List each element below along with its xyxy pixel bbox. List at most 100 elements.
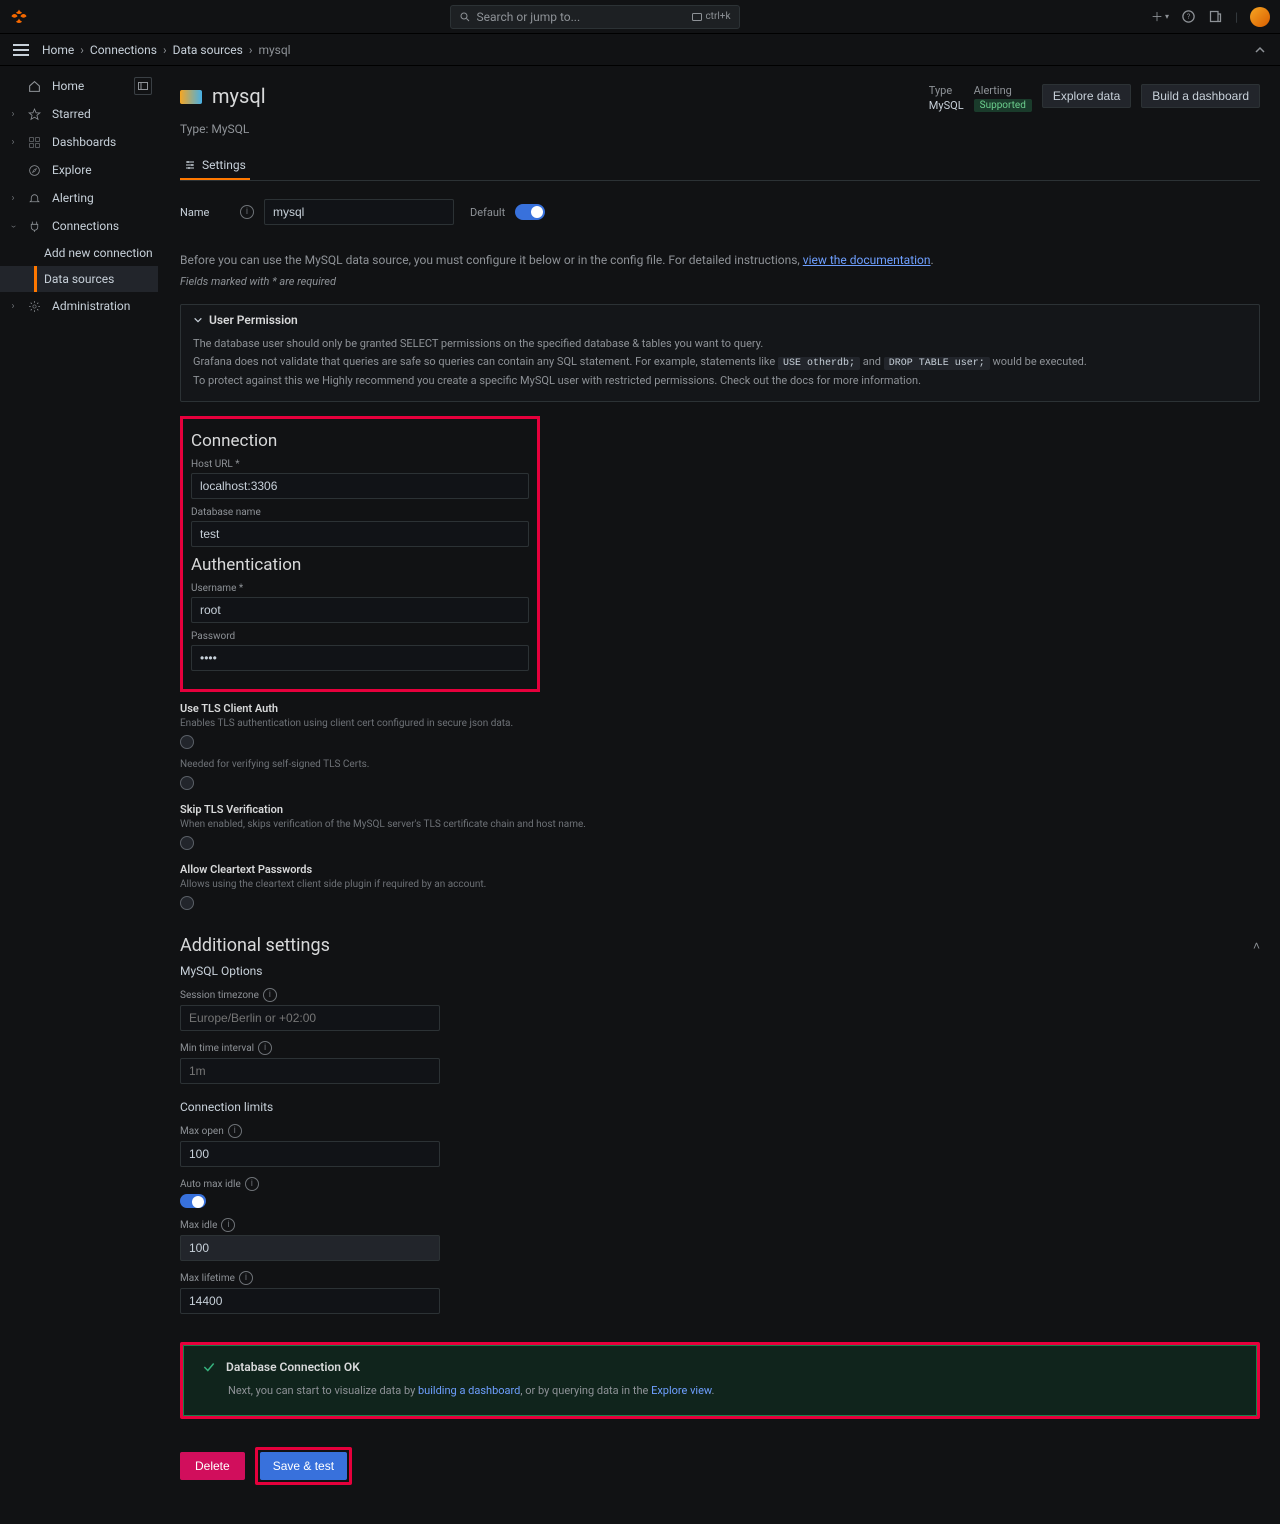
max-lifetime-input[interactable]	[180, 1288, 440, 1314]
global-search-input[interactable]: Search or jump to... ctrl+k	[450, 5, 740, 29]
info-icon[interactable]: i	[258, 1041, 272, 1055]
sidebar-item-data-sources[interactable]: Data sources	[0, 266, 158, 292]
cleartext-desc: Allows using the cleartext client side p…	[180, 878, 620, 892]
info-icon[interactable]: i	[263, 988, 277, 1002]
min-time-interval-input[interactable]	[180, 1058, 440, 1084]
keyboard-icon	[692, 13, 702, 21]
max-idle-label: Max idle	[180, 1220, 217, 1231]
search-placeholder: Search or jump to...	[477, 10, 581, 24]
search-shortcut: ctrl+k	[705, 11, 730, 22]
max-lifetime-label: Max lifetime	[180, 1273, 235, 1284]
main-content: mysql Type MySQL Alerting Supported Expl…	[158, 66, 1280, 1524]
grafana-logo-icon	[10, 8, 28, 26]
tab-settings[interactable]: Settings	[180, 152, 250, 180]
password-label: Password	[191, 631, 529, 642]
sidebar-item-home[interactable]: Home	[0, 72, 158, 100]
info-icon[interactable]: i	[239, 1271, 253, 1285]
mysql-options-heading: MySQL Options	[180, 964, 1260, 978]
host-url-label: Host URL *	[191, 459, 529, 470]
build-dashboard-link[interactable]: building a dashboard	[418, 1384, 520, 1397]
menu-toggle-button[interactable]	[10, 39, 32, 61]
tls-client-auth-label: Use TLS Client Auth	[180, 702, 1260, 715]
additional-settings-heading[interactable]: Additional settings ˄	[180, 935, 1260, 956]
build-dashboard-button[interactable]: Build a dashboard	[1141, 84, 1260, 108]
connection-auth-highlight: Connection Host URL * Database name Auth…	[180, 416, 540, 692]
add-button[interactable]: ＋▾	[1151, 8, 1169, 25]
info-icon[interactable]: i	[221, 1218, 235, 1232]
home-icon	[28, 80, 42, 93]
skip-tls-toggle[interactable]	[180, 836, 194, 850]
page-title: mysql	[212, 84, 266, 108]
meta-type-value: MySQL	[929, 99, 964, 112]
plug-icon	[28, 220, 42, 233]
sidebar-label: Add new connection	[44, 246, 153, 260]
help-icon[interactable]: ?	[1181, 9, 1196, 24]
default-toggle[interactable]	[515, 204, 545, 220]
username-input[interactable]	[191, 597, 529, 623]
bell-icon	[28, 192, 42, 205]
alerting-badge: Supported	[974, 99, 1032, 112]
collapse-top-button[interactable]	[1250, 40, 1270, 60]
connection-limits-heading: Connection limits	[180, 1100, 1260, 1114]
chevron-up-icon: ˄	[1253, 939, 1260, 953]
session-timezone-label: Session timezone	[180, 990, 259, 1001]
sidebar-item-explore[interactable]: Explore	[0, 156, 158, 184]
sidebar-item-add-connection[interactable]: Add new connection	[0, 240, 158, 266]
info-icon[interactable]: i	[228, 1124, 242, 1138]
sidebar-item-alerting[interactable]: › Alerting	[0, 184, 158, 212]
sidebar-label: Alerting	[52, 191, 94, 205]
dock-sidebar-button[interactable]	[134, 77, 152, 95]
password-input[interactable]	[191, 645, 529, 671]
host-url-input[interactable]	[191, 473, 529, 499]
sidebar-item-dashboards[interactable]: › Dashboards	[0, 128, 158, 156]
sidebar-label: Starred	[52, 107, 91, 121]
info-icon[interactable]: i	[245, 1177, 259, 1191]
sidebar: Home › Starred › Dashboards Explore	[0, 66, 158, 1524]
crumb-connections[interactable]: Connections	[90, 43, 157, 57]
datasource-logo-icon	[180, 90, 202, 104]
save-button-highlight: Save & test	[255, 1447, 352, 1485]
skip-tls-desc: When enabled, skips verification of the …	[180, 818, 620, 832]
explore-view-link[interactable]: Explore view	[651, 1384, 711, 1397]
name-label: Name	[180, 206, 230, 219]
breadcrumb: Home › Connections › Data sources › mysq…	[42, 43, 291, 57]
explore-data-button[interactable]: Explore data	[1042, 84, 1131, 108]
session-timezone-input[interactable]	[180, 1005, 440, 1031]
ca-cert-toggle[interactable]	[180, 776, 194, 790]
cleartext-toggle[interactable]	[180, 896, 194, 910]
sidebar-item-connections[interactable]: › Connections	[0, 212, 158, 240]
crumb-home[interactable]: Home	[42, 43, 74, 57]
chevron-down-icon	[193, 315, 203, 325]
view-documentation-link[interactable]: view the documentation	[803, 253, 931, 267]
sidebar-item-administration[interactable]: › Administration	[0, 292, 158, 320]
delete-button[interactable]: Delete	[180, 1452, 245, 1480]
auto-max-idle-toggle[interactable]	[180, 1194, 206, 1208]
news-icon[interactable]	[1208, 9, 1223, 24]
info-icon[interactable]: i	[240, 205, 254, 219]
meta-type-label: Type	[929, 84, 964, 97]
max-open-input[interactable]	[180, 1141, 440, 1167]
max-idle-input[interactable]	[180, 1235, 440, 1261]
skip-tls-label: Skip TLS Verification	[180, 803, 1260, 816]
tls-client-auth-toggle[interactable]	[180, 735, 194, 749]
meta-alerting-label: Alerting	[974, 84, 1032, 97]
connection-ok-highlight: Database Connection OK Next, you can sta…	[180, 1342, 1260, 1419]
success-title: Database Connection OK	[226, 1360, 360, 1374]
intro-text: Before you can use the MySQL data source…	[180, 253, 1260, 267]
crumb-datasources[interactable]: Data sources	[173, 43, 243, 57]
code-sample: DROP TABLE user;	[884, 357, 990, 370]
default-label: Default	[470, 206, 505, 219]
panel-header[interactable]: User Permission	[181, 305, 1259, 335]
gear-icon	[28, 300, 42, 313]
database-name-label: Database name	[191, 507, 529, 518]
user-permission-panel: User Permission The database user should…	[180, 304, 1260, 402]
database-name-input[interactable]	[191, 521, 529, 547]
cleartext-label: Allow Cleartext Passwords	[180, 863, 1260, 876]
min-time-interval-label: Min time interval	[180, 1043, 254, 1054]
sidebar-item-starred[interactable]: › Starred	[0, 100, 158, 128]
datasource-name-input[interactable]	[264, 199, 454, 225]
connection-heading: Connection	[191, 431, 529, 451]
tls-client-auth-desc: Enables TLS authentication using client …	[180, 717, 620, 731]
save-and-test-button[interactable]: Save & test	[260, 1452, 347, 1480]
user-avatar[interactable]	[1250, 7, 1270, 27]
